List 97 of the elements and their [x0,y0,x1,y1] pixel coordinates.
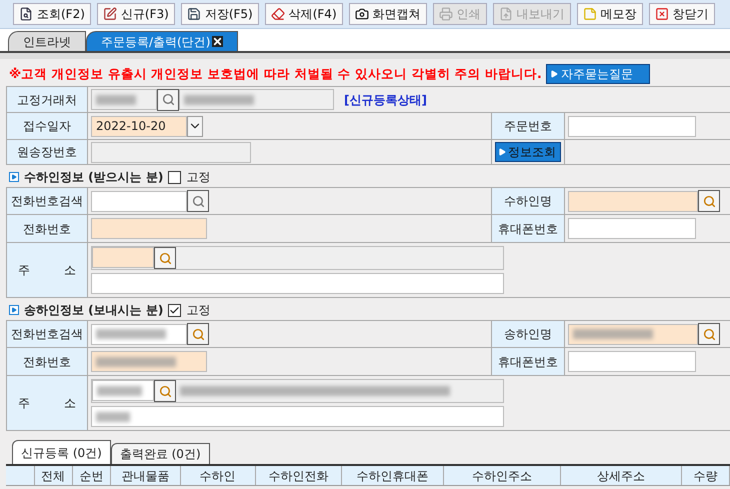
save-icon [186,7,201,21]
redacted-value [184,94,254,104]
field-label: 수하인명 [504,193,552,210]
field-label: 휴대폰번호 [498,354,558,370]
input-field[interactable] [92,380,154,401]
input-field[interactable] [91,406,504,427]
search-button[interactable] [154,247,176,269]
input-field[interactable] [568,218,696,239]
field-label: 주 소 [18,262,76,279]
date-field[interactable]: 2022-10-20 [91,116,187,136]
field-label: 원송장번호 [17,144,77,161]
search-icon [192,194,204,208]
toolbar-button[interactable]: 메모장 [576,3,643,25]
redacted-value [97,386,142,396]
column-header: 수하인전화 [256,466,342,485]
toolbar-button[interactable]: 조회(F2) [13,3,91,25]
search-button[interactable] [154,380,176,402]
field-label: 접수일자 [23,118,71,135]
tab[interactable]: 출력완료 (0건) [110,443,210,464]
toolbar-button[interactable]: 신규(F3) [96,3,175,25]
column-header: 전체 [34,466,73,485]
input-field[interactable] [91,89,157,110]
redacted-value [96,412,130,422]
close-icon [654,7,669,21]
search-button[interactable] [157,88,179,110]
search-icon [158,384,172,398]
redacted-value [96,94,136,104]
dropdown-button[interactable] [187,116,203,136]
address-field[interactable] [91,246,504,270]
column-header: 수하인휴대폰 [342,466,444,485]
input-field[interactable] [91,190,187,212]
input-field[interactable] [568,324,698,344]
tab[interactable]: 인트라넷 [8,31,86,51]
export-icon [498,7,513,21]
field-label: 전화번호검색 [11,193,83,210]
play-icon [550,70,558,78]
field-label: 주 소 [18,395,76,412]
toolbar-button[interactable]: 화면캡쳐 [348,3,427,25]
input-field[interactable] [568,116,696,136]
search-icon [19,7,33,21]
pen-icon [102,7,117,21]
column-header: 상세주소 [561,466,682,485]
note-icon [582,7,597,21]
search-icon [702,194,716,208]
printer-icon [438,7,453,21]
column-header: 수하인 [180,466,256,485]
input-field[interactable] [91,142,251,162]
search-icon [158,252,172,264]
search-button[interactable] [187,190,209,212]
section-icon [9,305,19,315]
column-header: 관내물품 [111,466,181,485]
column-header: 수하인주소 [444,466,562,485]
checkbox[interactable] [168,304,182,316]
field-label: 전화번호 [23,220,71,238]
field-label: 고정거래처 [17,92,77,108]
search-button[interactable] [698,323,720,345]
registration-status: [신규등록상태] [344,92,427,108]
input-field[interactable] [91,273,504,294]
checkbox[interactable] [168,170,182,184]
search-icon [702,328,716,340]
toolbar-button[interactable]: 저장(F5) [180,3,259,25]
toolbar-button[interactable]: 창닫기 [648,3,715,25]
checkbox-label: 고정 [186,302,210,319]
input-field[interactable] [568,190,698,212]
section-title: 송하인정보 (보내시는 분) [24,302,164,319]
search-icon [192,328,204,340]
faq-button[interactable]: 자주묻는질문 [546,64,650,84]
address-field[interactable] [91,379,504,403]
section-icon [9,172,19,182]
field-label: 송하인명 [504,326,552,343]
section-title: 수하인정보 (받으시는 분) [24,169,164,186]
column-header: 순번 [72,466,112,485]
input-field[interactable] [179,89,334,110]
search-button[interactable] [187,323,209,345]
input-field[interactable] [91,324,187,344]
play-icon [498,148,506,156]
tab[interactable]: 주문등록/출력(단건) [86,31,238,51]
search-button[interactable] [698,190,720,212]
privacy-warning: ※고객 개인정보 유출시 개인정보 보호법에 따라 처벌될 수 있사오니 각별히 주의 바랍니다. [9,64,542,83]
field-label: 주문번호 [504,118,552,135]
input-field[interactable] [92,247,154,268]
checkbox-label: 고정 [186,169,210,186]
input-field[interactable] [91,218,207,239]
tab[interactable]: 신규등록 (0건) [12,440,111,464]
field-label: 전화번호검색 [11,326,83,343]
field-label: 휴대폰번호 [498,220,558,238]
field-label: 전화번호 [23,354,71,370]
redacted-value [96,329,166,339]
toolbar-button[interactable]: 삭제(F4) [264,3,343,25]
camera-icon [354,7,369,21]
close-icon[interactable] [212,36,224,47]
input-field[interactable] [568,351,696,372]
search-icon [162,93,174,106]
column-header: 수량 [682,466,730,485]
lookup-button[interactable]: 정보조회 [495,142,561,162]
input-field[interactable] [91,351,207,372]
eraser-icon [270,7,285,21]
